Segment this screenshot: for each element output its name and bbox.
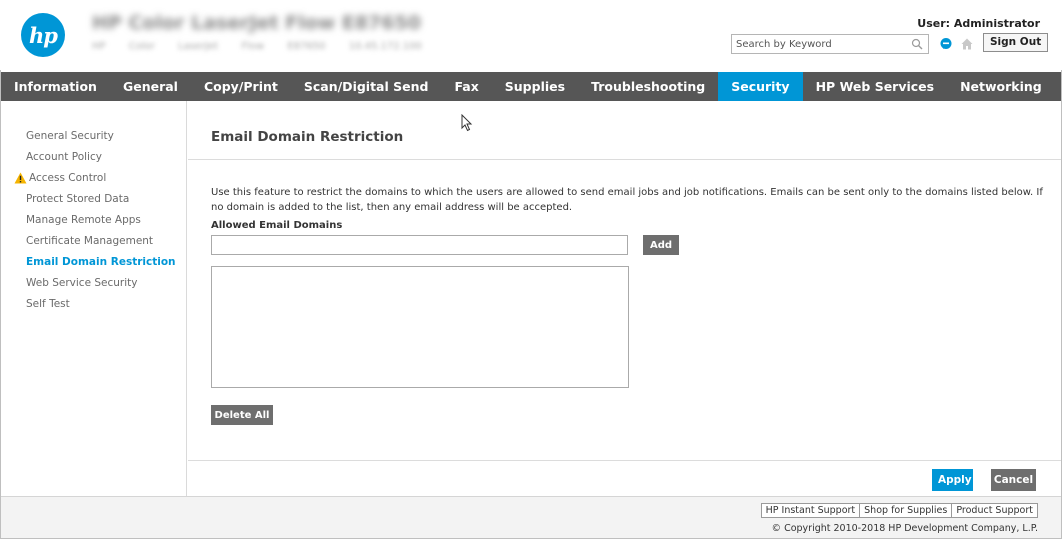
sidebar-item-label: Access Control: [29, 172, 107, 184]
footer-link-product-support[interactable]: Product Support: [951, 503, 1038, 518]
sidebar: General Security Account Policy Access Con…: [1, 101, 187, 496]
sidebar-item-label: Manage Remote Apps: [26, 214, 141, 226]
main-content: Email Domain Restriction Use this featur…: [188, 101, 1061, 496]
sidebar-item-certificate-management[interactable]: Certificate Management: [1, 231, 186, 252]
home-icon[interactable]: [960, 37, 974, 51]
allowed-domains-label: Allowed Email Domains: [211, 220, 343, 231]
page-title: Email Domain Restriction: [211, 129, 404, 145]
add-domain-button[interactable]: Add: [643, 235, 679, 255]
allowed-domains-list[interactable]: [211, 266, 629, 388]
main-nav: Information General Copy/Print Scan/Digital…: [1, 72, 1061, 101]
help-icon[interactable]: [939, 37, 953, 51]
tab-networking[interactable]: Networking: [947, 72, 1055, 101]
hp-logo[interactable]: hp: [21, 13, 65, 57]
device-name: HP Color LaserJet Flow E87650: [92, 12, 421, 34]
footer-links: HP Instant Support Shop for Supplies Produ…: [760, 503, 1038, 518]
tab-copy-print[interactable]: Copy/Print: [191, 72, 291, 101]
description-text: Use this feature to restrict the domains…: [211, 187, 1043, 213]
apply-button[interactable]: Apply: [932, 469, 973, 491]
footer-link-shop-for-supplies[interactable]: Shop for Supplies: [859, 503, 953, 518]
sidebar-item-protect-stored-data[interactable]: Protect Stored Data: [1, 189, 186, 210]
sidebar-item-label: Email Domain Restriction: [26, 256, 176, 268]
title-divider: [188, 159, 1061, 160]
email-domain-input[interactable]: [211, 235, 628, 255]
mouse-cursor-icon: [461, 114, 473, 132]
sidebar-item-label: Account Policy: [26, 151, 102, 163]
warning-icon: [14, 172, 27, 184]
sidebar-item-general-security[interactable]: General Security: [1, 126, 186, 147]
search-box: [731, 34, 929, 54]
sidebar-item-label: General Security: [26, 130, 114, 142]
footer-link-hp-instant-support[interactable]: HP Instant Support: [760, 503, 861, 518]
sidebar-item-web-service-security[interactable]: Web Service Security: [1, 273, 186, 294]
sidebar-item-email-domain-restriction[interactable]: Email Domain Restriction: [1, 252, 186, 273]
search-input[interactable]: [732, 35, 902, 53]
user-label: User: Administrator: [917, 17, 1040, 30]
search-icon[interactable]: [911, 38, 923, 50]
sign-out-button[interactable]: Sign Out: [983, 33, 1049, 52]
tab-information[interactable]: Information: [1, 72, 110, 101]
tab-fax[interactable]: Fax: [441, 72, 491, 101]
header: hp HP Color LaserJet Flow E87650 HP Colo…: [0, 0, 1062, 70]
tab-hp-web-services[interactable]: HP Web Services: [803, 72, 948, 101]
sidebar-item-access-control[interactable]: Access Control: [1, 168, 186, 189]
tab-troubleshooting[interactable]: Troubleshooting: [578, 72, 718, 101]
device-subtitle: HP Color LaserJet Flow E87650 10.45.172.…: [92, 41, 422, 52]
sidebar-item-manage-remote-apps[interactable]: Manage Remote Apps: [1, 210, 186, 231]
footer-divider: [188, 460, 1061, 461]
sidebar-item-account-policy[interactable]: Account Policy: [1, 147, 186, 168]
tab-security[interactable]: Security: [718, 72, 803, 101]
sidebar-item-label: Self Test: [26, 298, 70, 310]
sidebar-item-label: Web Service Security: [26, 277, 138, 289]
delete-all-button[interactable]: Delete All: [211, 405, 273, 425]
page-footer: HP Instant Support Shop for Supplies Produ…: [1, 496, 1061, 538]
sidebar-item-label: Protect Stored Data: [26, 193, 130, 205]
sidebar-item-label: Certificate Management: [26, 235, 154, 247]
cancel-button[interactable]: Cancel: [991, 469, 1036, 491]
sidebar-item-self-test[interactable]: Self Test: [1, 294, 186, 315]
copyright-text: © Copyright 2010-2018 HP Development Com…: [771, 523, 1038, 534]
tab-supplies[interactable]: Supplies: [492, 72, 578, 101]
tab-general[interactable]: General: [110, 72, 191, 101]
tab-scan-digital-send[interactable]: Scan/Digital Send: [291, 72, 442, 101]
